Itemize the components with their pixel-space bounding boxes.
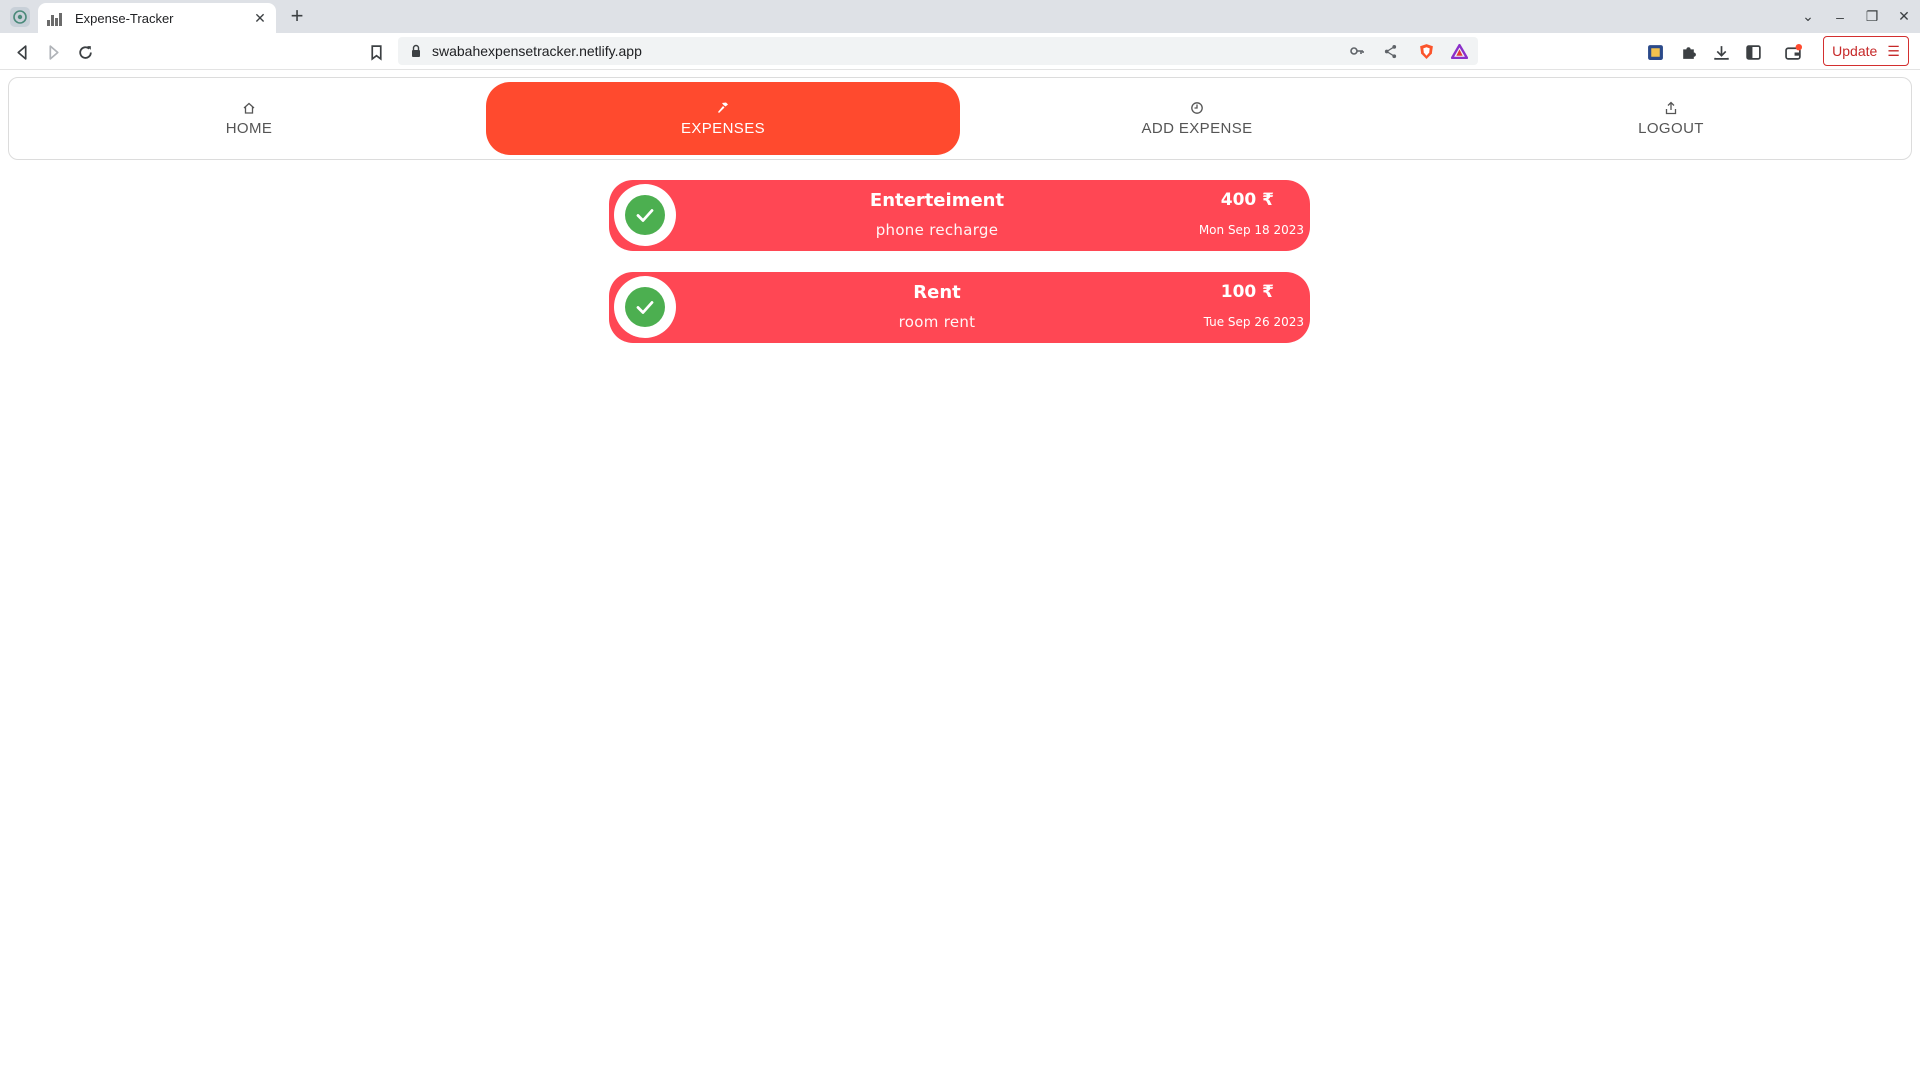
- nav-add-expense[interactable]: ADD EXPENSE: [960, 82, 1434, 155]
- restore-button[interactable]: ❐: [1856, 1, 1888, 33]
- expense-card[interactable]: Rent room rent 100 ₹ Tue Sep 26 2023: [609, 272, 1310, 343]
- tab-close-icon[interactable]: ✕: [250, 8, 270, 28]
- expense-amount: 400 ₹: [1220, 190, 1274, 210]
- bookmark-icon[interactable]: [363, 39, 389, 65]
- hammer-icon: [716, 101, 730, 115]
- puzzle-icon[interactable]: [1675, 39, 1701, 65]
- nav-expenses[interactable]: EXPENSES: [486, 82, 960, 155]
- expense-list: Enterteiment phone recharge 400 ₹ Mon Se…: [609, 180, 1310, 364]
- expense-description: room rent: [898, 313, 976, 331]
- share-icon[interactable]: [1381, 42, 1399, 60]
- expense-card[interactable]: Enterteiment phone recharge 400 ₹ Mon Se…: [609, 180, 1310, 251]
- extension-app-icon[interactable]: [1642, 39, 1668, 65]
- brave-shield-icon[interactable]: [1417, 42, 1435, 60]
- nav-logout-label: LOGOUT: [1638, 119, 1704, 137]
- browser-toolbar: swabahexpensetracker.netlify.app Update …: [0, 33, 1920, 70]
- browser-tab[interactable]: Expense-Tracker ✕: [38, 3, 276, 33]
- browser-tabstrip: Expense-Tracker ✕ + ⌄ – ❐ ✕: [0, 0, 1920, 33]
- expense-date: Tue Sep 26 2023: [1203, 315, 1304, 329]
- url-text: swabahexpensetracker.netlify.app: [432, 43, 642, 59]
- download-icon[interactable]: [1708, 39, 1734, 65]
- home-icon: [242, 101, 256, 115]
- expense-date: Mon Sep 18 2023: [1198, 223, 1304, 237]
- brave-rewards-icon[interactable]: [1450, 42, 1468, 60]
- update-label: Update: [1832, 43, 1878, 59]
- new-tab-button[interactable]: +: [286, 5, 308, 27]
- nav-home-label: HOME: [225, 119, 273, 137]
- expense-title: Enterteiment: [869, 190, 1005, 211]
- main-navbar: HOME EXPENSES ADD EXPENSE LOGOUT: [8, 77, 1912, 160]
- update-button[interactable]: Update ☰: [1823, 36, 1909, 66]
- address-bar[interactable]: swabahexpensetracker.netlify.app: [398, 37, 1478, 65]
- menu-icon: ☰: [1887, 42, 1900, 59]
- nav-add-expense-label: ADD EXPENSE: [1141, 119, 1253, 137]
- wallet-icon[interactable]: [1780, 39, 1806, 65]
- tab-favicon-icon: [47, 10, 63, 26]
- expense-title: Rent: [913, 282, 961, 303]
- back-icon[interactable]: [9, 39, 35, 65]
- forward-icon[interactable]: [40, 39, 66, 65]
- tab-title: Expense-Tracker: [75, 10, 174, 26]
- lock-icon: [412, 44, 420, 57]
- expense-amount: 100 ₹: [1220, 282, 1274, 302]
- reload-icon[interactable]: [72, 39, 98, 65]
- sidebar-icon[interactable]: [1740, 39, 1766, 65]
- tab-search-icon[interactable]: ⌄: [1792, 1, 1824, 33]
- clock-icon: [1190, 101, 1204, 115]
- window-controls: ⌄ – ❐ ✕: [1792, 0, 1920, 33]
- app-menu-icon[interactable]: [10, 7, 30, 27]
- page-content: HOME EXPENSES ADD EXPENSE LOGOUT Enterte…: [0, 71, 1920, 1080]
- upload-icon: [1664, 101, 1678, 115]
- minimize-button[interactable]: –: [1824, 1, 1856, 33]
- expense-description: phone recharge: [875, 221, 999, 239]
- nav-home[interactable]: HOME: [12, 82, 486, 155]
- nav-expenses-label: EXPENSES: [680, 119, 766, 137]
- close-window-button[interactable]: ✕: [1888, 1, 1920, 33]
- key-icon[interactable]: [1348, 42, 1366, 60]
- nav-logout[interactable]: LOGOUT: [1434, 82, 1908, 155]
